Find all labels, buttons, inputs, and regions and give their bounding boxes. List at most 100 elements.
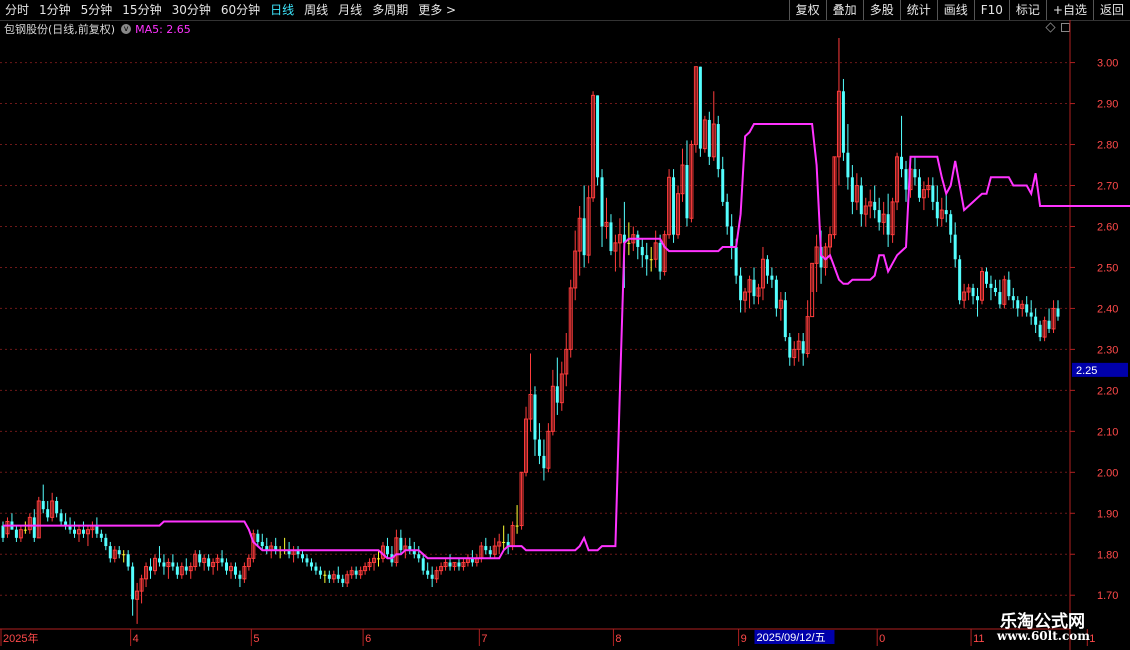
y-tick-label: 2.20	[1097, 385, 1118, 397]
candle-body	[721, 169, 725, 202]
candle-body	[354, 570, 358, 575]
candle-body	[1011, 296, 1015, 301]
candle-body	[900, 156, 904, 170]
candle-body	[949, 214, 953, 235]
candle-body	[421, 558, 425, 571]
y-tick-label: 2.40	[1097, 303, 1118, 315]
candle-body	[32, 517, 36, 538]
candle-body	[1034, 316, 1038, 325]
current-price-label: 2.25	[1076, 365, 1097, 377]
candle-body	[582, 218, 586, 256]
candle-body	[260, 541, 264, 547]
x-tick-label: 6	[365, 633, 371, 645]
candle-body	[850, 177, 854, 202]
candle-body	[725, 201, 729, 227]
candle-body	[184, 566, 188, 571]
candle-body	[220, 558, 224, 563]
y-tick-label: 2.50	[1097, 262, 1118, 274]
candle-body	[55, 500, 59, 514]
candle-body	[1056, 308, 1060, 317]
candle-body	[944, 210, 948, 215]
candle-body	[904, 169, 908, 190]
candle-body	[783, 300, 787, 338]
candle-body	[770, 275, 774, 280]
kline-chart[interactable]: 1.70 1.80 1.90 2.00 2.10 2.20 2.30 2.40 2.50 2.60…	[0, 0, 1130, 650]
candle-body	[104, 537, 108, 547]
candle-body	[198, 554, 202, 563]
candle-body	[336, 574, 340, 579]
candle-body	[886, 214, 890, 235]
y-tick-label: 1.70	[1097, 590, 1118, 602]
y-tick-label: 2.80	[1097, 140, 1118, 152]
candle-body	[341, 578, 345, 583]
y-tick-label: 2.90	[1097, 99, 1118, 111]
candle-body	[971, 287, 975, 297]
candle-body	[913, 169, 917, 178]
candle-body	[958, 259, 962, 301]
candle-body	[1047, 320, 1051, 329]
x-tick-label: 5	[253, 633, 259, 645]
candle-body	[488, 550, 492, 555]
candle-body	[59, 513, 63, 522]
candle-body	[716, 124, 720, 170]
x-tick-label: 0	[879, 633, 885, 645]
candle-body	[533, 394, 537, 440]
candle-body	[457, 562, 461, 567]
candle-body	[157, 558, 161, 563]
y-tick-label: 3.00	[1097, 58, 1118, 70]
candle-body	[81, 529, 85, 534]
candle-body	[609, 222, 613, 252]
candle-body	[46, 509, 50, 518]
candle-body	[774, 279, 778, 309]
candle-body	[323, 574, 327, 576]
candle-body	[993, 287, 997, 293]
candle-body	[685, 165, 689, 219]
candle-body	[377, 558, 381, 560]
candle-body	[935, 201, 939, 219]
candle-body	[41, 500, 45, 510]
candle-body	[600, 177, 604, 227]
candle-body	[73, 529, 77, 534]
candle-body	[976, 296, 980, 301]
watermark-url: www.60lt.com	[997, 629, 1090, 643]
candle-body	[426, 570, 430, 575]
candle-body	[984, 271, 988, 284]
candle-body	[998, 292, 1002, 305]
candle-body	[14, 529, 18, 538]
candle-body	[739, 275, 743, 301]
y-tick-label: 2.60	[1097, 221, 1118, 233]
candle-body	[126, 554, 130, 567]
candle-body	[788, 337, 792, 358]
candle-body	[1038, 324, 1042, 338]
y-tick-label: 2.70	[1097, 181, 1118, 193]
candle-body	[256, 533, 260, 542]
candle-body	[171, 562, 175, 567]
candle-body	[149, 566, 153, 571]
candle-body	[99, 533, 103, 538]
candle-body	[430, 574, 434, 579]
cursor-date-label: 2025/09/12/五	[756, 632, 825, 644]
candle-body	[238, 574, 242, 579]
candle-body	[752, 279, 756, 297]
candle-body	[225, 562, 229, 571]
candle-body	[309, 562, 313, 567]
candle-body	[542, 455, 546, 469]
candle-body	[305, 558, 309, 563]
candle-body	[596, 95, 600, 178]
candle-body	[175, 566, 179, 575]
x-tick-label: 8	[615, 633, 621, 645]
candle-body	[649, 259, 653, 261]
y-tick-label: 2.00	[1097, 467, 1118, 479]
candle-body	[672, 177, 676, 235]
candle-body	[131, 566, 135, 600]
candle-body	[1016, 300, 1020, 309]
y-tick-label: 1.80	[1097, 549, 1118, 561]
candle-body	[484, 546, 488, 551]
x-tick-label: 11	[973, 633, 984, 645]
candle-body	[636, 234, 640, 247]
candle-body	[1029, 312, 1033, 317]
candle-body	[1, 525, 5, 538]
candle-body	[314, 566, 318, 571]
candle-body	[108, 546, 112, 559]
candle-body	[301, 554, 305, 559]
